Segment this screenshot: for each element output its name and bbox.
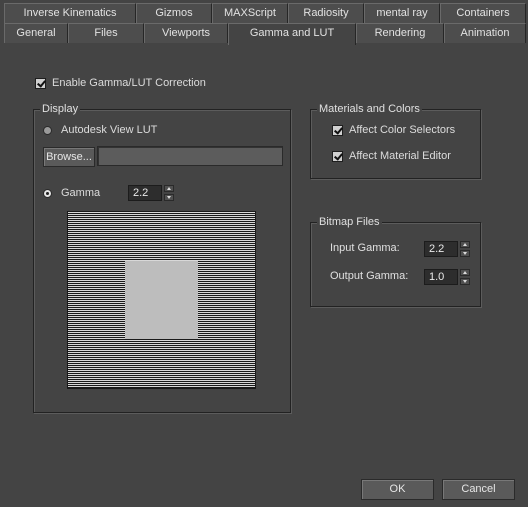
input-gamma-value[interactable]: 2.2 (424, 241, 458, 257)
enable-gamma-check-box[interactable] (35, 77, 46, 89)
gamma-preview-pattern (67, 211, 256, 389)
tab-label: mental ray (376, 7, 428, 19)
tab-inverse-kinematics[interactable]: Inverse Kinematics (4, 3, 136, 23)
browse-button[interactable]: Browse... (43, 147, 95, 167)
affect-material-editor-check-box[interactable] (332, 150, 343, 162)
output-gamma-spinner[interactable]: 1.0 (424, 269, 470, 285)
tab-animation[interactable]: Animation (444, 23, 526, 43)
affect-material-editor-checkbox[interactable]: Affect Material Editor (332, 150, 451, 162)
output-gamma-value[interactable]: 1.0 (424, 269, 458, 285)
tab-mental-ray[interactable]: mental ray (364, 3, 440, 23)
tab-row-1: Inverse Kinematics Gizmos MAXScript Radi… (4, 3, 526, 23)
spinner-up-icon[interactable] (164, 185, 174, 192)
gamma-value[interactable]: 2.2 (128, 185, 162, 201)
gamma-radio-button[interactable] (43, 188, 52, 198)
enable-gamma-checkbox[interactable]: Enable Gamma/LUT Correction (35, 77, 206, 89)
tab-row-2: General Files Viewports Gamma and LUT Re… (4, 23, 526, 45)
tab-label: MAXScript (224, 7, 276, 19)
materials-group-title: Materials and Colors (317, 102, 422, 116)
affect-color-selectors-checkbox[interactable]: Affect Color Selectors (332, 124, 455, 136)
tab-label: Containers (456, 7, 510, 19)
cancel-button[interactable]: Cancel (442, 479, 515, 500)
tab-radiosity[interactable]: Radiosity (288, 3, 364, 23)
ok-button[interactable]: OK (361, 479, 434, 500)
input-gamma-spinner[interactable]: 2.2 (424, 241, 470, 257)
gamma-radio[interactable]: Gamma (43, 187, 100, 199)
tab-label: Gizmos (155, 7, 193, 19)
affect-color-selectors-check-box[interactable] (332, 124, 343, 136)
affect-color-selectors-label: Affect Color Selectors (349, 124, 456, 136)
output-gamma-spinner-arrows[interactable] (460, 269, 470, 285)
tab-label: Rendering (374, 27, 426, 39)
enable-gamma-label: Enable Gamma/LUT Correction (52, 77, 206, 89)
tab-label: Files (94, 27, 118, 39)
spinner-down-icon[interactable] (460, 278, 470, 285)
gamma-spinner[interactable]: 2.2 (128, 185, 174, 201)
lut-radio-button[interactable] (43, 125, 52, 135)
display-group-title: Display (40, 102, 81, 116)
spinner-down-icon[interactable] (164, 194, 174, 201)
tab-gizmos[interactable]: Gizmos (136, 3, 212, 23)
bitmap-group-title: Bitmap Files (317, 215, 382, 229)
tab-label: Radiosity (303, 7, 349, 19)
input-gamma-spinner-arrows[interactable] (460, 241, 470, 257)
spinner-down-icon[interactable] (460, 250, 470, 257)
gamma-label: Gamma (61, 187, 101, 199)
tab-label: Viewports (161, 27, 211, 39)
gamma-preview-center-square (125, 261, 198, 339)
materials-and-colors-group: Materials and Colors (310, 102, 481, 179)
tab-label: General (16, 27, 56, 39)
tab-label: Animation (460, 27, 510, 39)
affect-material-editor-label: Affect Material Editor (349, 150, 451, 162)
tab-containers[interactable]: Containers (440, 3, 526, 23)
lut-label: Autodesk View LUT (61, 124, 158, 136)
autodesk-view-lut-radio[interactable]: Autodesk View LUT (43, 124, 157, 136)
output-gamma-label: Output Gamma: (330, 270, 409, 282)
lut-path-field[interactable] (97, 146, 283, 166)
tab-general[interactable]: General (4, 23, 68, 43)
input-gamma-label: Input Gamma: (330, 242, 400, 254)
tab-maxscript[interactable]: MAXScript (212, 3, 288, 23)
tab-viewports[interactable]: Viewports (144, 23, 228, 43)
tab-files[interactable]: Files (68, 23, 144, 43)
spinner-up-icon[interactable] (460, 241, 470, 248)
spinner-up-icon[interactable] (460, 269, 470, 276)
tab-rendering[interactable]: Rendering (356, 23, 444, 43)
tab-gamma-and-lut[interactable]: Gamma and LUT (228, 23, 356, 45)
gamma-spinner-arrows[interactable] (164, 185, 174, 201)
tab-label: Inverse Kinematics (23, 7, 117, 19)
bitmap-files-group: Bitmap Files (310, 215, 481, 307)
tab-label: Gamma and LUT (249, 27, 335, 39)
